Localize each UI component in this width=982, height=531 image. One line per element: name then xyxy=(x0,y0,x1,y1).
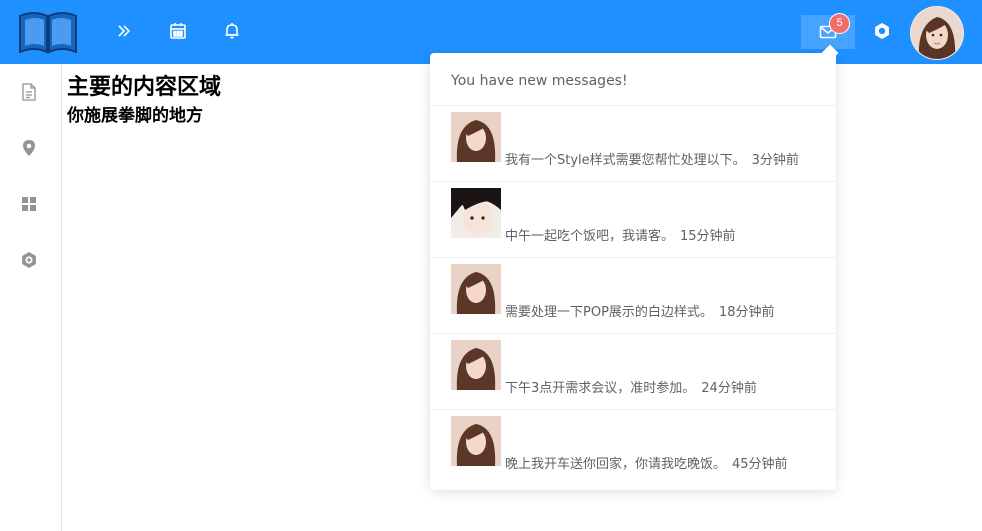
book-logo-icon[interactable] xyxy=(18,10,78,54)
message-item[interactable]: 晚上我开车送你回家，你请我吃晚饭。 45分钟前 xyxy=(430,410,836,486)
message-time: 3分钟前 xyxy=(751,153,799,168)
message-count-badge: 5 xyxy=(829,13,850,34)
message-time: 18分钟前 xyxy=(718,305,775,320)
expand-icon[interactable] xyxy=(113,20,135,42)
message-item[interactable]: 下午3点开需求会议，准时参加。 24分钟前 xyxy=(430,334,836,410)
calendar-icon[interactable] xyxy=(167,20,189,42)
message-avatar xyxy=(451,188,501,238)
message-text: 我有一个Style样式需要您帮忙处理以下。 3分钟前 xyxy=(505,149,799,168)
message-avatar xyxy=(451,340,501,390)
message-content: 需要处理一下POP展示的白边样式。 xyxy=(505,305,713,320)
message-item[interactable]: 需要处理一下POP展示的白边样式。 18分钟前 xyxy=(430,258,836,334)
popover-header: You have new messages! xyxy=(430,53,836,106)
messages-popover: You have new messages! 我有一个Style样式需要您帮忙处… xyxy=(430,44,839,490)
message-avatar xyxy=(451,112,501,162)
document-icon[interactable] xyxy=(19,82,39,102)
settings-icon[interactable] xyxy=(871,20,893,42)
bell-icon[interactable] xyxy=(221,20,243,42)
message-text: 下午3点开需求会议，准时参加。 24分钟前 xyxy=(505,377,757,396)
user-avatar[interactable] xyxy=(910,6,964,60)
grid-icon[interactable] xyxy=(19,194,39,214)
message-item[interactable]: 我有一个Style样式需要您帮忙处理以下。 3分钟前 xyxy=(430,106,836,182)
main-subtitle: 你施展拳脚的地方 xyxy=(67,106,203,126)
settings-icon[interactable] xyxy=(19,250,39,270)
messages-button[interactable]: 5 xyxy=(801,13,855,49)
message-time: 24分钟前 xyxy=(701,381,757,396)
main-title: 主要的内容区域 xyxy=(67,75,222,100)
message-time: 45分钟前 xyxy=(732,457,788,472)
message-avatar xyxy=(451,264,501,314)
message-avatar xyxy=(451,416,501,466)
message-content: 我有一个Style样式需要您帮忙处理以下。 xyxy=(505,153,746,168)
message-text: 需要处理一下POP展示的白边样式。 18分钟前 xyxy=(505,301,774,320)
message-time: 15分钟前 xyxy=(680,229,736,244)
message-text: 中午一起吃个饭吧，我请客。 15分钟前 xyxy=(505,225,736,244)
sidebar xyxy=(0,64,62,531)
message-content: 下午3点开需求会议，准时参加。 xyxy=(505,381,696,396)
message-content: 晚上我开车送你回家，你请我吃晚饭。 xyxy=(505,457,727,472)
message-content: 中午一起吃个饭吧，我请客。 xyxy=(505,229,675,244)
location-icon[interactable] xyxy=(19,138,39,158)
message-text: 晚上我开车送你回家，你请我吃晚饭。 45分钟前 xyxy=(505,453,788,472)
message-item[interactable]: 中午一起吃个饭吧，我请客。 15分钟前 xyxy=(430,182,836,258)
